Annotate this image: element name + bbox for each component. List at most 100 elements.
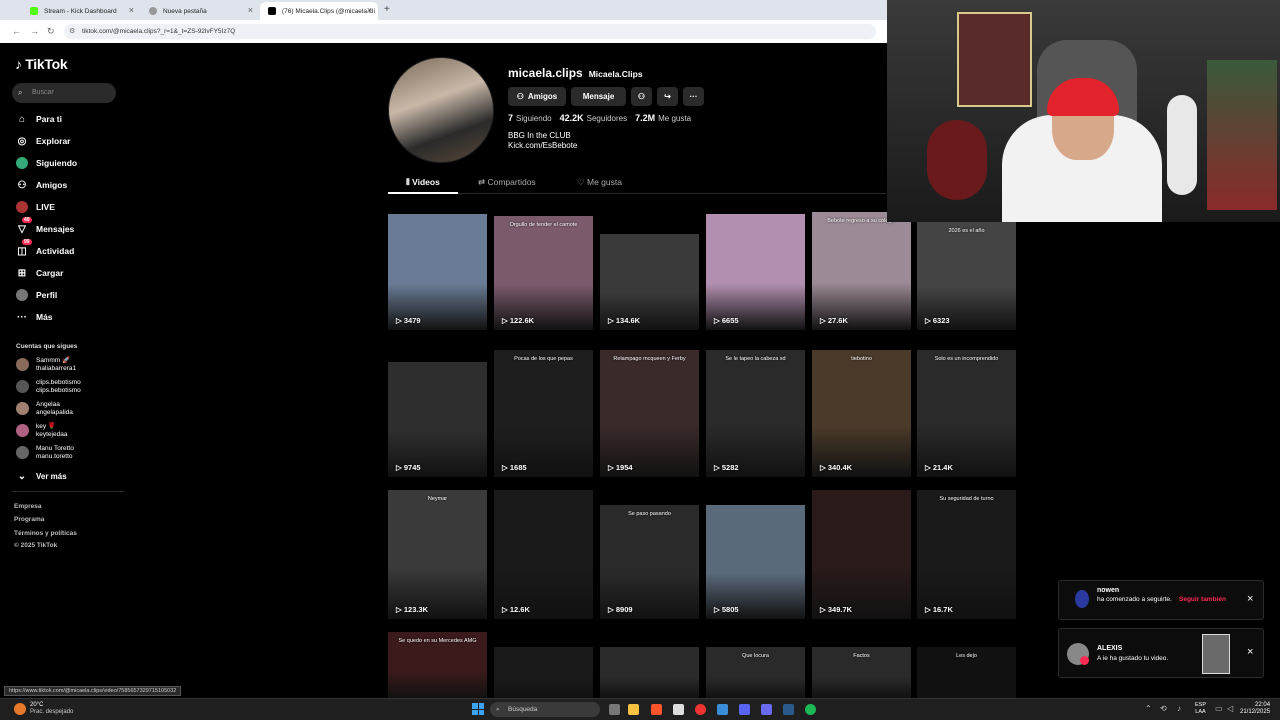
start-icon[interactable] <box>472 703 484 715</box>
video-card[interactable]: Se quedo en su Mercedes AMG <box>388 632 487 698</box>
nav-live[interactable]: LIVE <box>16 200 55 214</box>
video-view-count: ▷ 9745 <box>396 463 421 472</box>
video-card[interactable]: ▷ 349.7K <box>812 490 911 619</box>
video-card[interactable]: Relampago mcqueen y Ferby ▷ 1954 <box>600 350 699 477</box>
account-item[interactable]: key 🌹 keytejedaa <box>16 423 67 438</box>
back-icon[interactable]: ← <box>12 26 21 36</box>
spotify-icon[interactable] <box>805 704 816 715</box>
close-icon[interactable]: × <box>1247 593 1253 605</box>
profile-display-name: Micaela.Clips <box>588 69 643 79</box>
video-card[interactable] <box>494 647 593 698</box>
site-info-icon[interactable]: ⚙ <box>69 24 75 39</box>
nav-amigos[interactable]: ⚇ Amigos <box>16 178 68 192</box>
reload-icon[interactable]: ↻ <box>47 26 55 37</box>
task-view-icon[interactable] <box>609 704 620 715</box>
chrome-icon[interactable] <box>695 704 706 715</box>
tab-liked[interactable]: ♡ Me gusta <box>577 177 622 188</box>
profile-tabs: ⦀ Videos ⇄ Compartidos ♡ Me gusta <box>388 172 886 194</box>
browser-tab-kick[interactable]: Stream - Kick Dashboard × <box>22 2 140 20</box>
nav-actividad[interactable]: ◫ 99 Actividad <box>16 239 74 258</box>
video-card[interactable]: Se le tapeo la cabeza xd ▷ 5282 <box>706 350 805 477</box>
search-input[interactable]: ⌕ Buscar <box>12 83 116 103</box>
video-thumbnail[interactable] <box>1202 634 1230 674</box>
browser-tab-tiktok[interactable]: (76) Micaela.Clips (@micaela.cli × <box>260 2 378 20</box>
clock[interactable]: 22:04 21/12/2025 <box>1240 702 1270 716</box>
follow-notification: nowen ha comenzado a seguirte. Seguir ta… <box>1058 580 1264 620</box>
video-card[interactable]: ▷ 3479 <box>388 214 487 330</box>
nav-siguiendo[interactable]: Siguiendo <box>16 156 77 170</box>
video-card[interactable]: ▷ 9745 <box>388 362 487 477</box>
friends-button[interactable]: ⚇ Amigos <box>508 87 566 106</box>
copyright: © 2025 TikTok <box>14 542 58 549</box>
nav-perfil[interactable]: Perfil <box>16 288 57 302</box>
browser-tab-new[interactable]: Nueva pestaña × <box>141 2 259 20</box>
unfollow-icon[interactable]: ⚇ <box>631 87 652 106</box>
account-item[interactable]: Manu Toretto manu.toretto <box>16 445 74 460</box>
network-icon[interactable]: ▭ <box>1215 704 1223 713</box>
close-icon[interactable]: × <box>248 5 253 15</box>
footer-link-empresa[interactable]: Empresa <box>14 503 41 510</box>
video-card[interactable]: Les dejo <box>917 647 1016 698</box>
mic-icon[interactable]: ♪ <box>1177 704 1181 713</box>
account-item[interactable]: Sammm 🚀 thaliabarrera1 <box>16 357 76 372</box>
message-button[interactable]: Mensaje <box>571 87 626 106</box>
christmas-tree <box>1207 60 1277 210</box>
video-view-count: ▷ 5805 <box>714 605 739 614</box>
painting-frame <box>957 12 1032 107</box>
tab-shared[interactable]: ⇄ Compartidos <box>478 177 536 188</box>
app-icon[interactable] <box>717 704 728 715</box>
video-card[interactable]: Que locura <box>706 647 805 698</box>
nav-mas[interactable]: ··· Más <box>16 310 53 324</box>
bio-link[interactable]: Kick.com/EsBebote <box>508 141 577 151</box>
video-card[interactable]: ▷ 5805 <box>706 505 805 619</box>
video-card[interactable]: ▷ 6655 <box>706 214 805 330</box>
nav-explorar[interactable]: ◎ Explorar <box>16 134 71 148</box>
video-card[interactable] <box>600 647 699 698</box>
follow-back-button[interactable]: Seguir también <box>1179 596 1226 603</box>
weather-icon[interactable] <box>14 703 26 715</box>
share-icon[interactable]: ↪ <box>657 87 678 106</box>
forward-icon[interactable]: → <box>30 26 39 36</box>
more-options-icon[interactable]: ··· <box>683 87 704 106</box>
volume-icon[interactable]: ◁ <box>1227 704 1233 713</box>
video-card[interactable]: Su seguridad de turno ▷ 16.7K <box>917 490 1016 619</box>
steam-icon[interactable] <box>783 704 794 715</box>
video-card[interactable]: 2026 es el año ▷ 6323 <box>917 222 1016 330</box>
video-card[interactable]: tiebotino ▷ 340.4K <box>812 350 911 477</box>
see-more-link[interactable]: ⌄ Ver más <box>16 469 67 483</box>
footer-link-terms[interactable]: Términos y políticas <box>14 530 77 537</box>
brave-icon[interactable] <box>651 704 662 715</box>
taskbar-search[interactable]: ⌕ Búsqueda <box>490 702 600 717</box>
video-card[interactable]: Pocas de los que pepas ▷ 1685 <box>494 350 593 477</box>
footer-link-programa[interactable]: Programa <box>14 516 44 523</box>
url-field[interactable]: ⚙ tiktok.com/@micaela.clips?_r=1&_t=ZS-9… <box>64 24 876 39</box>
video-card[interactable]: Bebote regreso a su colegio ▷ 27.6K <box>812 212 911 330</box>
tiktok-logo[interactable]: ♪ TikTok <box>15 56 68 72</box>
tray-chevron-icon[interactable]: ⌃ <box>1145 704 1152 713</box>
video-card[interactable]: ▷ 12.6K <box>494 490 593 619</box>
store-icon[interactable] <box>673 704 684 715</box>
video-card[interactable]: ▷ 134.6K <box>600 234 699 330</box>
nav-mensajes[interactable]: ▽ 49 Mensajes <box>16 217 74 236</box>
video-card[interactable]: Orgullo de tender el camote ▷ 122.6K <box>494 216 593 330</box>
account-item[interactable]: Angelaa angelapalida <box>16 401 73 416</box>
video-card[interactable]: Se paso pasando ▷ 8909 <box>600 505 699 619</box>
video-card[interactable]: Factos <box>812 647 911 698</box>
weather-widget[interactable]: 20°C Prac. despejado <box>30 702 73 716</box>
discord-icon[interactable] <box>761 704 772 715</box>
close-icon[interactable]: × <box>367 5 372 15</box>
teams-icon[interactable] <box>739 704 750 715</box>
close-icon[interactable]: × <box>129 5 134 15</box>
video-card[interactable]: Neymar ▷ 123.3K <box>388 490 487 619</box>
nav-cargar[interactable]: ⊞ Cargar <box>16 266 64 280</box>
tab-videos[interactable]: ⦀ Videos <box>406 177 440 188</box>
input-language[interactable]: ESP LAA <box>1195 702 1206 716</box>
file-explorer-icon[interactable] <box>628 704 639 715</box>
close-icon[interactable]: × <box>1247 646 1253 658</box>
new-tab-icon[interactable]: + <box>384 4 390 15</box>
account-item[interactable]: clips.bebotismo clips.bebotismo <box>16 379 81 394</box>
sync-icon[interactable]: ⟲ <box>1160 704 1167 713</box>
nav-para-ti[interactable]: ⌂ Para ti <box>16 112 62 126</box>
address-bar: ← → ↻ ⚙ tiktok.com/@micaela.clips?_r=1&_… <box>0 20 887 43</box>
video-card[interactable]: Solo es un incomprendido ▷ 21.4K <box>917 350 1016 477</box>
